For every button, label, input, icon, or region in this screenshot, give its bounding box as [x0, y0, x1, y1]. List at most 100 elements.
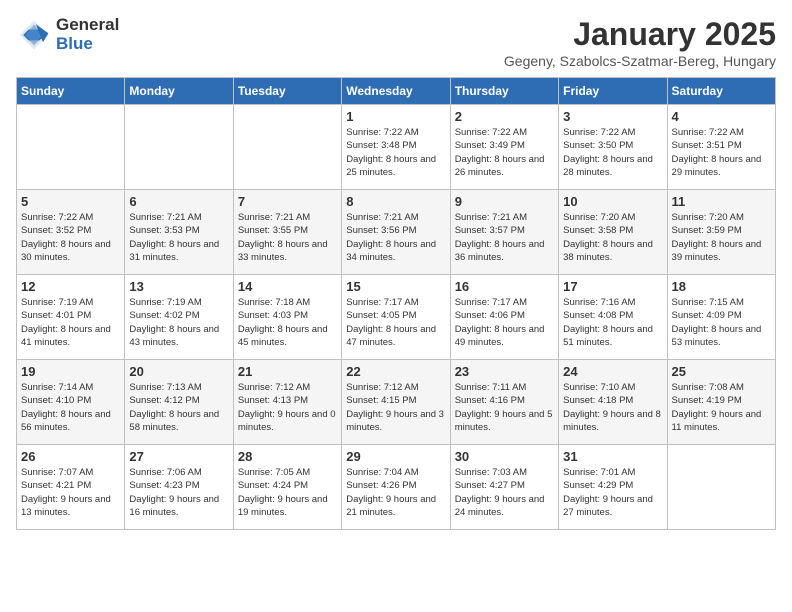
day-info: Sunrise: 7:15 AM Sunset: 4:09 PM Dayligh… — [672, 296, 771, 349]
day-info: Sunrise: 7:19 AM Sunset: 4:01 PM Dayligh… — [21, 296, 120, 349]
calendar-cell: 4 Sunrise: 7:22 AM Sunset: 3:51 PM Daylig… — [667, 105, 775, 190]
calendar-cell: 9Sunrise: 7:21 AM Sunset: 3:57 PM Daylig… — [450, 190, 558, 275]
day-number: 15 — [346, 279, 445, 294]
day-number: 16 — [455, 279, 554, 294]
day-number: 17 — [563, 279, 662, 294]
calendar-cell: 31 Sunrise: 7:01 AM Sunset: 4:29 PM Dayli… — [559, 445, 667, 530]
day-info: Sunrise: 7:08 AM Sunset: 4:19 PM Dayligh… — [672, 381, 771, 434]
day-info: Sunrise: 7:17 AM Sunset: 4:05 PM Dayligh… — [346, 296, 445, 349]
calendar-cell: 26 Sunrise: 7:07 AM Sunset: 4:21 PM Dayli… — [17, 445, 125, 530]
calendar-cell: 19 Sunrise: 7:14 AM Sunset: 4:10 PM Dayli… — [17, 360, 125, 445]
day-info: Sunrise: 7:22 AM Sunset: 3:51 PM Dayligh… — [672, 126, 771, 179]
calendar-week-row: 19 Sunrise: 7:14 AM Sunset: 4:10 PM Dayli… — [17, 360, 776, 445]
day-number: 19 — [21, 364, 120, 379]
calendar-cell: 5 Sunrise: 7:22 AM Sunset: 3:52 PM Daylig… — [17, 190, 125, 275]
calendar-cell: 3 Sunrise: 7:22 AM Sunset: 3:50 PM Daylig… — [559, 105, 667, 190]
day-number: 22 — [346, 364, 445, 379]
calendar-header-row: SundayMondayTuesdayWednesdayThursdayFrid… — [17, 78, 776, 105]
calendar-header-saturday: Saturday — [667, 78, 775, 105]
calendar-cell: 2 Sunrise: 7:22 AM Sunset: 3:49 PM Daylig… — [450, 105, 558, 190]
calendar-header-monday: Monday — [125, 78, 233, 105]
day-number: 26 — [21, 449, 120, 464]
calendar-week-row: 5 Sunrise: 7:22 AM Sunset: 3:52 PM Daylig… — [17, 190, 776, 275]
day-info: Sunrise: 7:14 AM Sunset: 4:10 PM Dayligh… — [21, 381, 120, 434]
calendar-cell: 18Sunrise: 7:15 AM Sunset: 4:09 PM Dayli… — [667, 275, 775, 360]
day-info: Sunrise: 7:22 AM Sunset: 3:52 PM Dayligh… — [21, 211, 120, 264]
day-info: Sunrise: 7:07 AM Sunset: 4:21 PM Dayligh… — [21, 466, 120, 519]
calendar-cell: 11Sunrise: 7:20 AM Sunset: 3:59 PM Dayli… — [667, 190, 775, 275]
day-number: 27 — [129, 449, 228, 464]
day-info: Sunrise: 7:22 AM Sunset: 3:49 PM Dayligh… — [455, 126, 554, 179]
day-number: 3 — [563, 109, 662, 124]
calendar-week-row: 26 Sunrise: 7:07 AM Sunset: 4:21 PM Dayli… — [17, 445, 776, 530]
calendar-week-row: 12 Sunrise: 7:19 AM Sunset: 4:01 PM Dayli… — [17, 275, 776, 360]
day-number: 21 — [238, 364, 337, 379]
day-number: 5 — [21, 194, 120, 209]
calendar-cell: 30 Sunrise: 7:03 AM Sunset: 4:27 PM Dayli… — [450, 445, 558, 530]
calendar-header-wednesday: Wednesday — [342, 78, 450, 105]
calendar-table: SundayMondayTuesdayWednesdayThursdayFrid… — [16, 77, 776, 530]
logo-text: General Blue — [56, 16, 119, 53]
day-info: Sunrise: 7:21 AM Sunset: 3:56 PM Dayligh… — [346, 211, 445, 264]
day-number: 31 — [563, 449, 662, 464]
calendar-header-tuesday: Tuesday — [233, 78, 341, 105]
day-info: Sunrise: 7:22 AM Sunset: 3:50 PM Dayligh… — [563, 126, 662, 179]
day-number: 25 — [672, 364, 771, 379]
day-number: 23 — [455, 364, 554, 379]
calendar-cell: 14 Sunrise: 7:18 AM Sunset: 4:03 PM Dayli… — [233, 275, 341, 360]
calendar-cell: 12 Sunrise: 7:19 AM Sunset: 4:01 PM Dayli… — [17, 275, 125, 360]
day-number: 28 — [238, 449, 337, 464]
calendar-cell: 13 Sunrise: 7:19 AM Sunset: 4:02 PM Dayli… — [125, 275, 233, 360]
day-info: Sunrise: 7:18 AM Sunset: 4:03 PM Dayligh… — [238, 296, 337, 349]
calendar-cell — [17, 105, 125, 190]
day-number: 1 — [346, 109, 445, 124]
day-number: 30 — [455, 449, 554, 464]
day-number: 2 — [455, 109, 554, 124]
day-number: 7 — [238, 194, 337, 209]
calendar-week-row: 1Sunrise: 7:22 AM Sunset: 3:48 PM Daylig… — [17, 105, 776, 190]
day-number: 8 — [346, 194, 445, 209]
calendar-cell: 20Sunrise: 7:13 AM Sunset: 4:12 PM Dayli… — [125, 360, 233, 445]
logo-icon — [16, 17, 52, 53]
logo-general: General — [56, 16, 119, 35]
calendar-cell: 28 Sunrise: 7:05 AM Sunset: 4:24 PM Dayli… — [233, 445, 341, 530]
calendar-cell — [667, 445, 775, 530]
calendar-cell: 7 Sunrise: 7:21 AM Sunset: 3:55 PM Daylig… — [233, 190, 341, 275]
day-number: 24 — [563, 364, 662, 379]
day-info: Sunrise: 7:20 AM Sunset: 3:58 PM Dayligh… — [563, 211, 662, 264]
calendar-cell: 10 Sunrise: 7:20 AM Sunset: 3:58 PM Dayli… — [559, 190, 667, 275]
calendar-cell: 21Sunrise: 7:12 AM Sunset: 4:13 PM Dayli… — [233, 360, 341, 445]
calendar-header-thursday: Thursday — [450, 78, 558, 105]
logo-blue: Blue — [56, 35, 119, 54]
calendar-cell — [233, 105, 341, 190]
day-number: 6 — [129, 194, 228, 209]
day-info: Sunrise: 7:16 AM Sunset: 4:08 PM Dayligh… — [563, 296, 662, 349]
calendar-header-friday: Friday — [559, 78, 667, 105]
day-info: Sunrise: 7:13 AM Sunset: 4:12 PM Dayligh… — [129, 381, 228, 434]
day-info: Sunrise: 7:17 AM Sunset: 4:06 PM Dayligh… — [455, 296, 554, 349]
calendar-cell: 15 Sunrise: 7:17 AM Sunset: 4:05 PM Dayli… — [342, 275, 450, 360]
calendar-cell: 22 Sunrise: 7:12 AM Sunset: 4:15 PM Dayli… — [342, 360, 450, 445]
day-number: 14 — [238, 279, 337, 294]
day-number: 4 — [672, 109, 771, 124]
calendar-cell: 29Sunrise: 7:04 AM Sunset: 4:26 PM Dayli… — [342, 445, 450, 530]
day-number: 10 — [563, 194, 662, 209]
day-info: Sunrise: 7:01 AM Sunset: 4:29 PM Dayligh… — [563, 466, 662, 519]
day-number: 9 — [455, 194, 554, 209]
title-block: January 2025 Gegeny, Szabolcs-Szatmar-Be… — [504, 16, 776, 69]
day-info: Sunrise: 7:10 AM Sunset: 4:18 PM Dayligh… — [563, 381, 662, 434]
day-info: Sunrise: 7:12 AM Sunset: 4:15 PM Dayligh… — [346, 381, 445, 434]
day-number: 29 — [346, 449, 445, 464]
day-info: Sunrise: 7:19 AM Sunset: 4:02 PM Dayligh… — [129, 296, 228, 349]
page-header: General Blue January 2025 Gegeny, Szabol… — [16, 16, 776, 69]
calendar-header-sunday: Sunday — [17, 78, 125, 105]
day-number: 12 — [21, 279, 120, 294]
logo: General Blue — [16, 16, 119, 53]
day-number: 13 — [129, 279, 228, 294]
day-info: Sunrise: 7:05 AM Sunset: 4:24 PM Dayligh… — [238, 466, 337, 519]
day-info: Sunrise: 7:03 AM Sunset: 4:27 PM Dayligh… — [455, 466, 554, 519]
month-title: January 2025 — [504, 16, 776, 53]
calendar-cell: 8 Sunrise: 7:21 AM Sunset: 3:56 PM Daylig… — [342, 190, 450, 275]
calendar-cell: 16 Sunrise: 7:17 AM Sunset: 4:06 PM Dayli… — [450, 275, 558, 360]
day-info: Sunrise: 7:21 AM Sunset: 3:55 PM Dayligh… — [238, 211, 337, 264]
